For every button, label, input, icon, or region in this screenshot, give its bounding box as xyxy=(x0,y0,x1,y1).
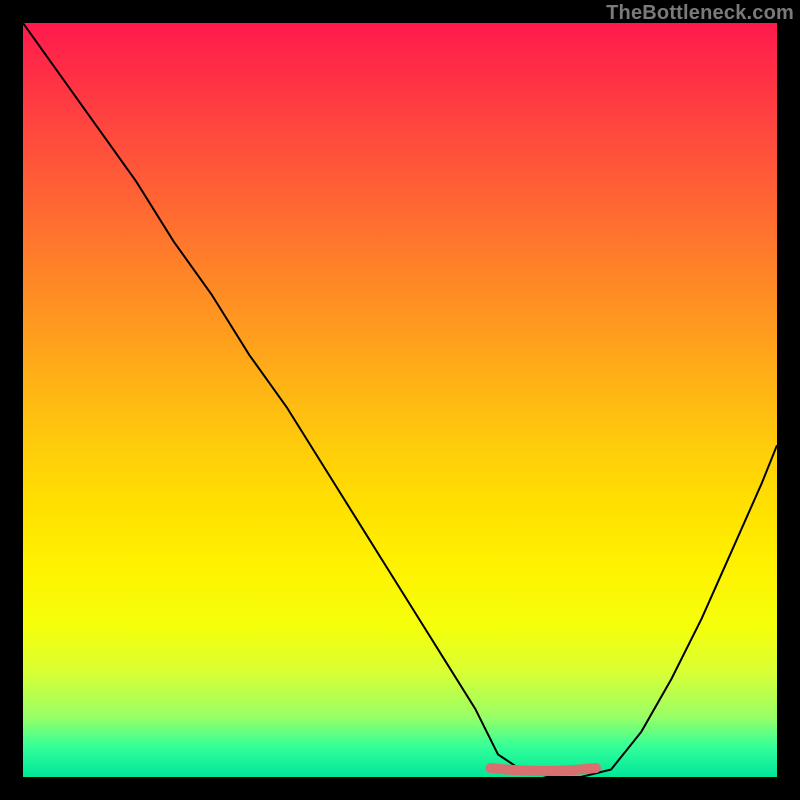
bottleneck-curve xyxy=(23,23,777,777)
chart-svg xyxy=(23,23,777,777)
plot-area xyxy=(23,23,777,777)
chart-container: TheBottleneck.com xyxy=(0,0,800,800)
optimal-flat-marker xyxy=(491,768,597,771)
watermark-text: TheBottleneck.com xyxy=(606,2,794,25)
